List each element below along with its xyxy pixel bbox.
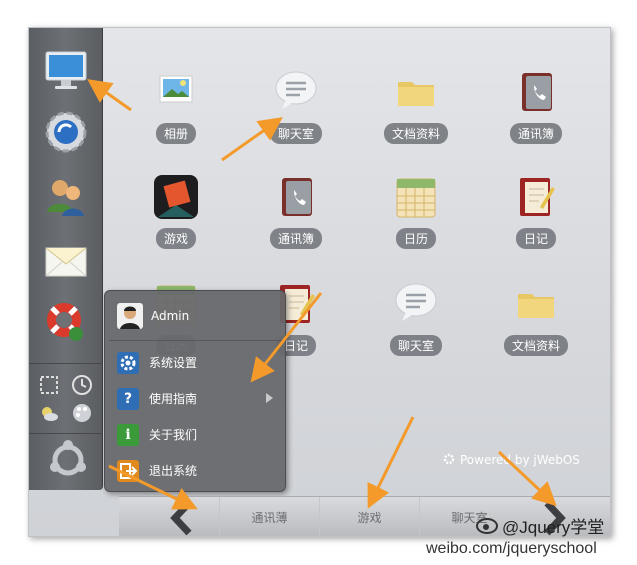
start-menu-icon[interactable] xyxy=(44,436,88,480)
app-label: 聊天室 xyxy=(269,123,323,144)
lifebuoy-icon[interactable] xyxy=(42,298,90,346)
avatar xyxy=(117,303,143,329)
help-icon: ? xyxy=(117,388,139,410)
dock-divider xyxy=(29,363,103,364)
app-documents[interactable]: 文档资料 xyxy=(366,68,466,168)
submenu-arrow-icon xyxy=(266,393,273,403)
task-item[interactable]: 游戏 xyxy=(319,497,419,536)
app-label: 游戏 xyxy=(155,228,197,249)
app-contacts[interactable]: 通讯簿 xyxy=(486,68,586,168)
side-dock xyxy=(29,28,103,490)
watermark-url: weibo.com/jqueryschool xyxy=(426,540,597,557)
users-icon[interactable] xyxy=(42,172,90,220)
menu-item-settings[interactable]: 系统设置 xyxy=(105,345,287,379)
folder-icon xyxy=(392,68,440,116)
app-album[interactable]: 相册 xyxy=(126,68,226,168)
chat-bubble-icon xyxy=(272,68,320,116)
app-label: 日历 xyxy=(395,228,437,249)
fullscreen-icon[interactable] xyxy=(38,374,60,396)
app-label: 日记 xyxy=(515,228,557,249)
app-diary[interactable]: 日记 xyxy=(486,173,586,273)
menu-item-label: 退出系统 xyxy=(149,464,198,478)
app-game[interactable]: 游戏 xyxy=(126,173,226,273)
menu-user-name: Admin xyxy=(151,309,190,323)
start-menu: Admin 系统设置 ? 使用指南 i 关于我们 退出系统 xyxy=(104,290,286,492)
diary-icon xyxy=(512,173,560,221)
photo-album-icon xyxy=(152,68,200,116)
settings-gear-icon[interactable] xyxy=(42,108,90,156)
settings-icon xyxy=(117,352,139,374)
gear-icon xyxy=(442,452,456,469)
task-item[interactable]: 通讯薄 xyxy=(219,497,319,536)
app-chat[interactable]: 聊天室 xyxy=(246,68,346,168)
menu-item-label: 系统设置 xyxy=(149,356,198,370)
app-documents[interactable]: 文档资料 xyxy=(486,280,586,380)
chat-bubble-icon xyxy=(392,280,440,328)
calendar-icon xyxy=(392,173,440,221)
folder-icon xyxy=(512,280,560,328)
app-label: 通讯簿 xyxy=(269,228,323,249)
prev-arrow-icon[interactable] xyxy=(169,499,193,536)
game-icon xyxy=(152,173,200,221)
menu-divider xyxy=(109,340,283,341)
app-label: 通讯簿 xyxy=(509,123,563,144)
info-icon: i xyxy=(117,424,139,446)
powered-by: Powered by jWebOS xyxy=(442,452,580,469)
app-calendar[interactable]: 日历 xyxy=(366,173,466,273)
weibo-icon xyxy=(476,514,500,538)
menu-user[interactable]: Admin xyxy=(105,295,287,335)
palette-icon[interactable] xyxy=(71,402,93,424)
desktop-window: 相册 聊天室 文档资料 通讯簿 游戏 通讯簿 日历 日记 日记 聊天室 文档资料… xyxy=(28,27,611,537)
app-contacts[interactable]: 通讯簿 xyxy=(246,173,346,273)
menu-item-label: 使用指南 xyxy=(149,392,198,406)
app-chat[interactable]: 聊天室 xyxy=(366,280,466,380)
logout-icon xyxy=(117,460,139,482)
menu-item-guide[interactable]: ? 使用指南 xyxy=(105,381,287,415)
menu-item-label: 关于我们 xyxy=(149,428,198,442)
app-label: 相册 xyxy=(155,123,197,144)
clock-icon[interactable] xyxy=(71,374,93,396)
mail-icon[interactable] xyxy=(42,236,90,284)
dock-divider xyxy=(29,433,103,434)
menu-item-about[interactable]: i 关于我们 xyxy=(105,417,287,451)
app-label: 文档资料 xyxy=(503,335,569,356)
menu-item-logout[interactable]: 退出系统 xyxy=(105,453,287,487)
monitor-icon[interactable] xyxy=(42,46,90,94)
powered-text: Powered by jWebOS xyxy=(460,453,580,467)
watermark-handle: @Jquery学堂 xyxy=(502,518,605,537)
address-book-icon xyxy=(512,68,560,116)
address-book-icon xyxy=(272,173,320,221)
app-label: 聊天室 xyxy=(389,335,443,356)
weather-icon[interactable] xyxy=(38,402,60,424)
app-label: 文档资料 xyxy=(383,123,449,144)
